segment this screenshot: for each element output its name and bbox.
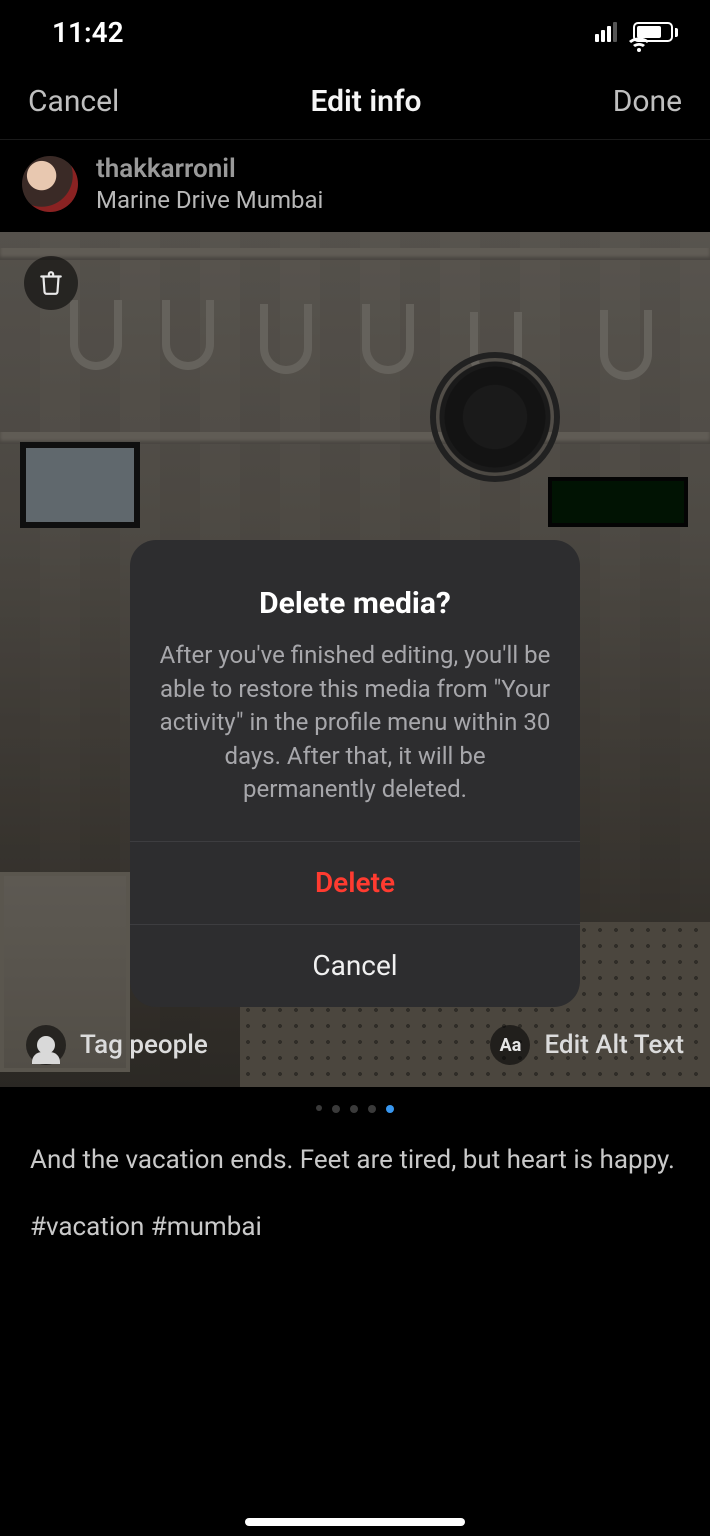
carousel-dot	[368, 1105, 376, 1113]
carousel-dot	[350, 1105, 358, 1113]
cellular-icon	[595, 22, 617, 42]
caption-line: And the vacation ends. Feet are tired, b…	[30, 1141, 680, 1180]
navbar: Cancel Edit info Done	[0, 64, 710, 140]
status-icons	[595, 22, 678, 42]
author-row: thakkarronil Marine Drive Mumbai	[0, 140, 710, 232]
status-bar: 11:42	[0, 0, 710, 64]
carousel-dot	[332, 1105, 340, 1113]
tag-people-button[interactable]: Tag people	[26, 1025, 208, 1065]
status-time: 11:42	[52, 16, 124, 49]
delete-media-dialog: Delete media? After you've finished edit…	[130, 540, 580, 1007]
person-icon	[26, 1025, 66, 1065]
alt-text-icon: Aa	[490, 1025, 530, 1065]
page-title: Edit info	[310, 84, 421, 119]
battery-icon	[633, 22, 678, 42]
dialog-body: After you've finished editing, you'll be…	[158, 639, 552, 807]
carousel-dot-active	[386, 1105, 394, 1113]
cancel-button[interactable]: Cancel	[28, 84, 119, 119]
edit-alt-text-button[interactable]: Aa Edit Alt Text	[490, 1025, 684, 1065]
carousel-dots	[0, 1087, 710, 1121]
caption-hashtags: #vacation #mumbai	[30, 1208, 680, 1247]
tag-people-label: Tag people	[80, 1030, 208, 1060]
dialog-title: Delete media?	[158, 586, 552, 621]
photo-actions: Tag people Aa Edit Alt Text	[0, 1025, 710, 1065]
location[interactable]: Marine Drive Mumbai	[96, 186, 323, 214]
caption-editor[interactable]: And the vacation ends. Feet are tired, b…	[0, 1121, 710, 1247]
dialog-cancel-button[interactable]: Cancel	[130, 925, 580, 1007]
done-button[interactable]: Done	[613, 84, 682, 119]
home-indicator[interactable]	[245, 1518, 465, 1526]
delete-photo-button[interactable]	[24, 256, 78, 310]
dialog-delete-button[interactable]: Delete	[130, 842, 580, 924]
avatar[interactable]	[22, 156, 78, 212]
trash-icon	[38, 270, 64, 296]
edit-alt-text-label: Edit Alt Text	[544, 1030, 684, 1060]
carousel-dot	[316, 1105, 322, 1111]
username[interactable]: thakkarronil	[96, 154, 323, 184]
